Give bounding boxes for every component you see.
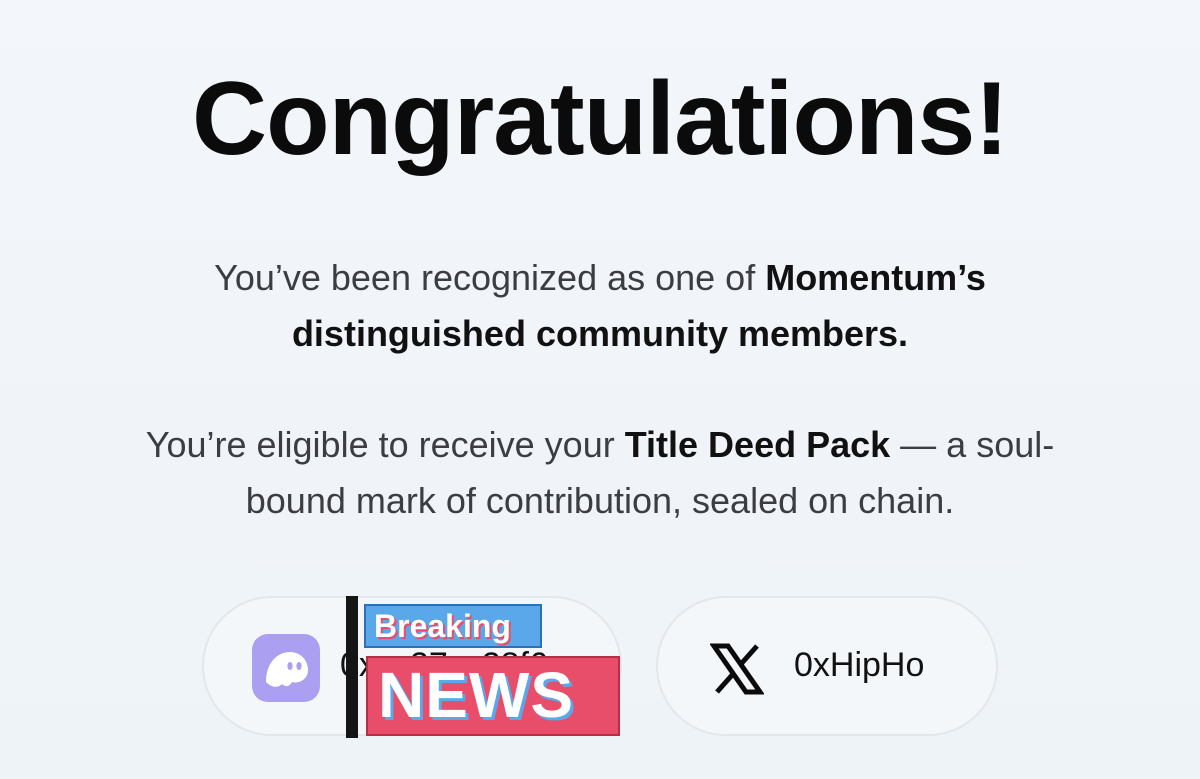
eligibility-prefix: You’re eligible to receive your bbox=[145, 424, 625, 465]
congratulations-screen: Congratulations! You’ve been recognized … bbox=[0, 0, 1200, 779]
breaking-news-overlay: Breaking NEWS bbox=[346, 596, 620, 738]
eligibility-message: You’re eligible to receive your Title De… bbox=[0, 417, 1200, 529]
news-bar-decoration bbox=[346, 596, 358, 738]
breaking-label: Breaking bbox=[364, 604, 542, 648]
brand-name: Momentum’s bbox=[765, 257, 986, 298]
x-logo-icon bbox=[709, 642, 765, 696]
news-label: NEWS bbox=[366, 656, 620, 736]
recognition-message: You’ve been recognized as one of Momentu… bbox=[0, 250, 1200, 362]
reward-item-name: Title Deed Pack bbox=[624, 424, 891, 465]
page-title: Congratulations! bbox=[192, 61, 1009, 177]
recognition-prefix: You’ve been recognized as one of bbox=[214, 257, 766, 298]
x-account-pill[interactable]: 0xHipHo bbox=[656, 596, 998, 736]
eligibility-suffix: — a soul- bbox=[890, 424, 1055, 465]
ghost-wallet-icon bbox=[252, 634, 320, 702]
x-handle: 0xHipHo bbox=[794, 646, 925, 684]
recognition-line-2: distinguished community members. bbox=[291, 313, 909, 354]
eligibility-line-2: bound mark of contribution, sealed on ch… bbox=[245, 480, 955, 521]
